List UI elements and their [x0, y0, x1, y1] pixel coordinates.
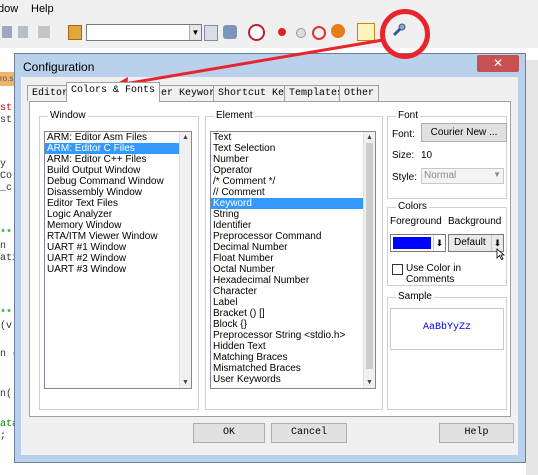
- tab-colors-fonts[interactable]: Colors & Fonts: [66, 82, 161, 102]
- pointer-arrow: [112, 38, 384, 92]
